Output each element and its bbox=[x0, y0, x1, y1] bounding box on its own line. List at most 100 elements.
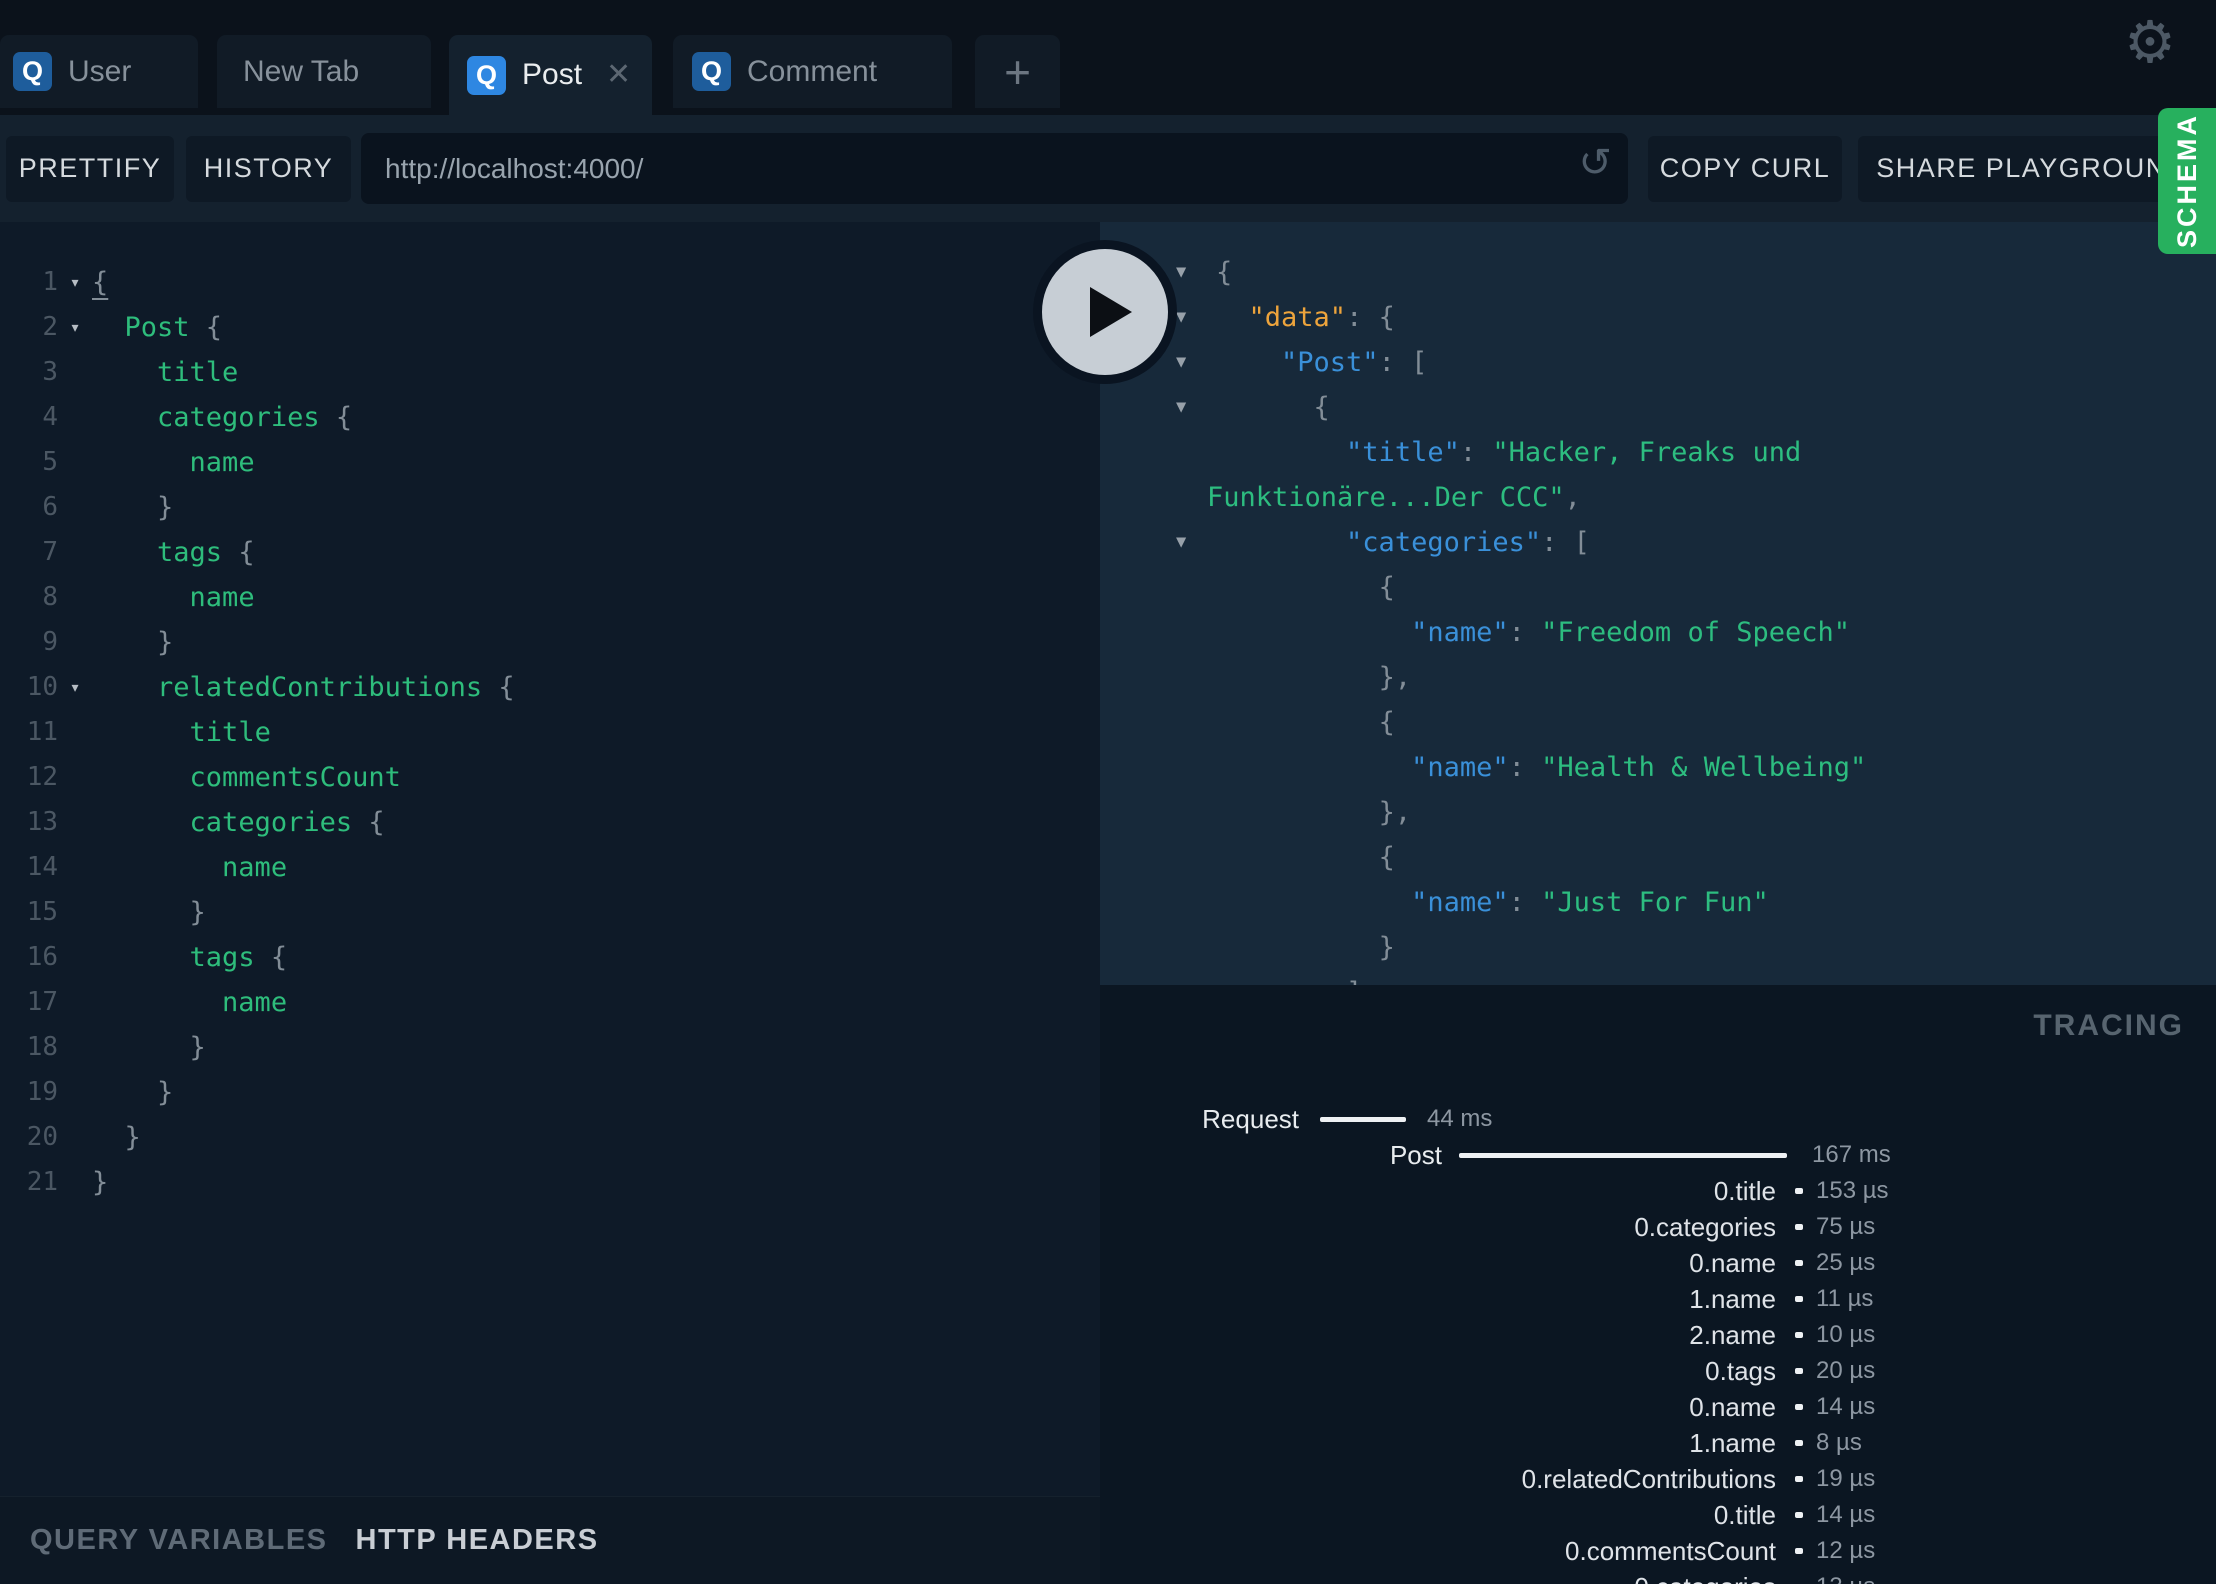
editor-line[interactable]: 6 } bbox=[0, 485, 1100, 530]
tracing-duration: 19 µs bbox=[1816, 1465, 1876, 1492]
response-line: }, bbox=[1100, 790, 2216, 835]
refresh-schema-icon[interactable]: ↺ bbox=[1578, 143, 1612, 183]
tracing-label: 0.relatedContributions bbox=[1521, 1463, 1776, 1494]
editor-line[interactable]: 10 ▾ relatedContributions { bbox=[0, 665, 1100, 710]
response-code-text: ], bbox=[1216, 977, 1379, 985]
tracing-row: Request 44 ms bbox=[1100, 1101, 2216, 1137]
tab-post[interactable]: Q Post ✕ bbox=[449, 35, 652, 115]
line-number: 5 bbox=[42, 447, 58, 477]
fold-arrow-icon[interactable]: ▾ bbox=[58, 305, 92, 350]
editor-line[interactable]: 16 tags { bbox=[0, 935, 1100, 980]
editor-line[interactable]: 5 name bbox=[0, 440, 1100, 485]
line-number: 10 bbox=[26, 672, 58, 702]
query-editor[interactable]: 1 ▾{2 ▾ Post {3 title 4 categories {5 name 6… bbox=[0, 222, 1100, 1496]
tracing-row: 0.title 153 µs bbox=[1100, 1173, 2216, 1209]
tracing-duration: 14 µs bbox=[1816, 1501, 1876, 1528]
fold-arrow-slot bbox=[58, 575, 92, 620]
line-number: 16 bbox=[26, 942, 58, 972]
tracing-label: 0.categories bbox=[1100, 1572, 1776, 1584]
editor-code-text: tags { bbox=[157, 537, 255, 568]
tracing-panel: TRACING Request 44 ms Post 167 ms 0.title 153… bbox=[1100, 985, 2216, 1584]
fold-arrow-slot bbox=[58, 980, 92, 1025]
tracing-bar bbox=[1795, 1188, 1803, 1194]
history-button[interactable]: HISTORY bbox=[186, 135, 351, 202]
response-viewer: ▼{▼ "data": {▼ "Post": [▼ { "title": "Ha… bbox=[1100, 222, 2216, 985]
tracing-bar bbox=[1320, 1116, 1406, 1122]
editor-footer-bar: QUERY VARIABLES HTTP HEADERS bbox=[0, 1496, 1100, 1584]
tab-label: User bbox=[68, 54, 132, 88]
execute-query-button[interactable] bbox=[1033, 240, 1177, 384]
editor-line[interactable]: 3 title bbox=[0, 350, 1100, 395]
editor-line[interactable]: 18 } bbox=[0, 1025, 1100, 1070]
http-headers-tab[interactable]: HTTP HEADERS bbox=[356, 1524, 599, 1557]
tracing-label: 0.categories bbox=[1634, 1211, 1776, 1242]
query-variables-tab[interactable]: QUERY VARIABLES bbox=[30, 1524, 328, 1557]
line-number: 2 bbox=[42, 312, 58, 342]
fold-arrow-slot bbox=[58, 485, 92, 530]
copy-curl-button[interactable]: COPY CURL bbox=[1648, 135, 1842, 202]
fold-arrow-slot bbox=[58, 1025, 92, 1070]
tracing-row: 0.commentsCount 12 µs bbox=[1100, 1533, 2216, 1569]
collapse-arrow-icon[interactable]: ▼ bbox=[1176, 385, 1206, 430]
tracing-label: 0.title bbox=[1713, 1175, 1776, 1206]
tab-close-icon[interactable]: ✕ bbox=[606, 60, 631, 90]
editor-line[interactable]: 21} bbox=[0, 1160, 1100, 1205]
collapse-arrow-icon[interactable]: ▼ bbox=[1176, 295, 1206, 340]
add-tab-button[interactable]: + bbox=[975, 35, 1060, 108]
fold-arrow-icon[interactable]: ▾ bbox=[58, 665, 92, 710]
settings-gear-icon[interactable]: ⚙ bbox=[2124, 14, 2176, 72]
tracing-row: 1.name 8 µs bbox=[1100, 1425, 2216, 1461]
editor-line[interactable]: 20 } bbox=[0, 1115, 1100, 1160]
collapse-arrow-icon[interactable]: ▼ bbox=[1176, 250, 1206, 295]
tracing-row: 0.name 25 µs bbox=[1100, 1245, 2216, 1281]
tracing-bar bbox=[1795, 1548, 1803, 1554]
tracing-duration: 13 µs bbox=[1816, 1573, 1875, 1584]
tracing-label: 0.name bbox=[1689, 1391, 1776, 1422]
schema-side-tab[interactable]: SCHEMA bbox=[2158, 108, 2216, 254]
line-number: 3 bbox=[42, 357, 58, 387]
tab-user[interactable]: Q User bbox=[0, 35, 198, 108]
fold-arrow-slot bbox=[58, 1160, 92, 1205]
response-code-text: "data": { bbox=[1248, 302, 1395, 333]
editor-code-text: name bbox=[189, 447, 255, 478]
editor-line[interactable]: 13 categories { bbox=[0, 800, 1100, 845]
editor-code-text: name bbox=[189, 582, 255, 613]
tracing-duration: 12 µs bbox=[1816, 1537, 1876, 1564]
response-line: "name": "Just For Fun" bbox=[1100, 880, 2216, 925]
tab-new-tab[interactable]: New Tab bbox=[217, 35, 431, 108]
editor-line[interactable]: 14 name bbox=[0, 845, 1100, 890]
editor-line[interactable]: 7 tags { bbox=[0, 530, 1100, 575]
editor-line[interactable]: 8 name bbox=[0, 575, 1100, 620]
editor-line[interactable]: 9 } bbox=[0, 620, 1100, 665]
editor-line[interactable]: 11 title bbox=[0, 710, 1100, 755]
response-code-text: { bbox=[1313, 392, 1330, 423]
tracing-row: 2.name 10 µs bbox=[1100, 1317, 2216, 1353]
collapse-arrow-icon[interactable]: ▼ bbox=[1176, 520, 1206, 565]
fold-arrow-slot bbox=[58, 755, 92, 800]
fold-arrow-slot bbox=[58, 935, 92, 980]
tracing-bar bbox=[1795, 1332, 1803, 1338]
editor-line[interactable]: 19 } bbox=[0, 1070, 1100, 1115]
toolbar: PRETTIFY HISTORY ↺ COPY CURL SHARE PLAYG… bbox=[0, 115, 2216, 222]
editor-code-text: categories { bbox=[157, 402, 353, 433]
fold-arrow-slot bbox=[58, 620, 92, 665]
tracing-duration: 10 µs bbox=[1816, 1321, 1876, 1348]
editor-line[interactable]: 17 name bbox=[0, 980, 1100, 1025]
collapse-arrow-icon[interactable]: ▼ bbox=[1176, 340, 1206, 385]
prettify-button[interactable]: PRETTIFY bbox=[6, 135, 174, 202]
editor-line[interactable]: 4 categories { bbox=[0, 395, 1100, 440]
editor-line[interactable]: 12 commentsCount bbox=[0, 755, 1100, 800]
response-code-text: { bbox=[1378, 842, 1395, 873]
editor-line[interactable]: 15 } bbox=[0, 890, 1100, 935]
response-code-text: "Post": [ bbox=[1281, 347, 1428, 378]
endpoint-url-input[interactable] bbox=[361, 152, 1628, 185]
share-playground-button[interactable]: SHARE PLAYGROUND bbox=[1858, 135, 2206, 202]
editor-line[interactable]: 1 ▾{ bbox=[0, 260, 1100, 305]
tracing-duration: 8 µs bbox=[1816, 1429, 1862, 1456]
tracing-label: 0.title bbox=[1713, 1499, 1776, 1530]
tracing-label: 1.name bbox=[1689, 1283, 1776, 1314]
fold-arrow-icon[interactable]: ▾ bbox=[58, 260, 92, 305]
line-number: 13 bbox=[26, 807, 58, 837]
editor-line[interactable]: 2 ▾ Post { bbox=[0, 305, 1100, 350]
tab-comment[interactable]: Q Comment bbox=[673, 35, 952, 108]
